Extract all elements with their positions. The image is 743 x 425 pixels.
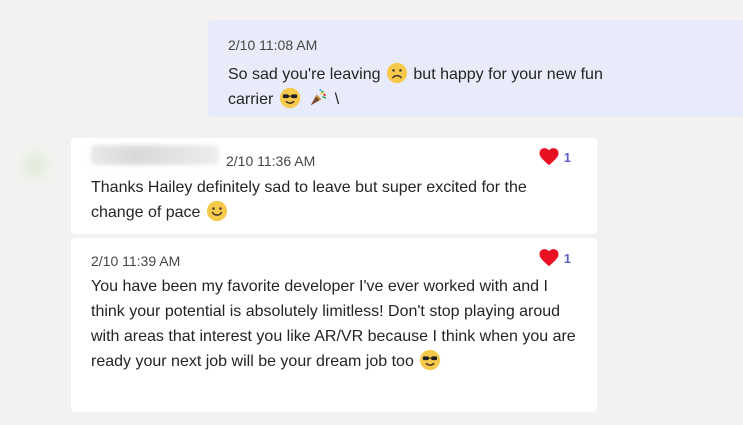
- blurred-sender-name: [91, 145, 219, 165]
- heart-reaction[interactable]: 1: [539, 249, 571, 267]
- message-text: So sad you're leaving but happy for your…: [228, 62, 698, 112]
- reaction-count: 1: [563, 149, 571, 165]
- sunglasses-face-icon: [279, 87, 301, 109]
- message-text-part: but happy for your new fun: [413, 66, 603, 83]
- party-popper-icon: [307, 87, 329, 109]
- message-text-part: So sad you're leaving: [228, 66, 381, 83]
- heart-icon: [539, 148, 559, 166]
- message-text-part: You have been my favorite developer I've…: [91, 278, 576, 370]
- heart-reaction[interactable]: 1: [539, 148, 571, 166]
- reaction-count: 1: [563, 250, 571, 266]
- heart-icon: [539, 249, 559, 267]
- message-timestamp: 2/10 11:08 AM: [228, 37, 318, 53]
- message-timestamp: 2/10 11:39 AM: [91, 253, 181, 269]
- sad-face-icon: [386, 62, 408, 84]
- avatar: [18, 150, 52, 184]
- message-text: You have been my favorite developer I've…: [91, 274, 583, 374]
- message-text: Thanks Hailey definitely sad to leave bu…: [91, 175, 571, 225]
- message-timestamp: 2/10 11:36 AM: [226, 153, 316, 169]
- message-trailing-character: \: [334, 91, 340, 108]
- received-message-bubble: 2/10 11:36 AM 1 Thanks Hailey definitely…: [71, 138, 597, 234]
- sunglasses-face-icon: [419, 349, 441, 371]
- message-text-part: Thanks Hailey definitely sad to leave bu…: [91, 179, 527, 221]
- smiling-face-icon: [206, 200, 228, 222]
- message-text-part: carrier: [228, 91, 274, 108]
- sent-message-bubble: 2/10 11:08 AM So sad you're leaving but …: [208, 20, 743, 117]
- received-message-bubble: 2/10 11:39 AM 1 You have been my favorit…: [71, 238, 597, 412]
